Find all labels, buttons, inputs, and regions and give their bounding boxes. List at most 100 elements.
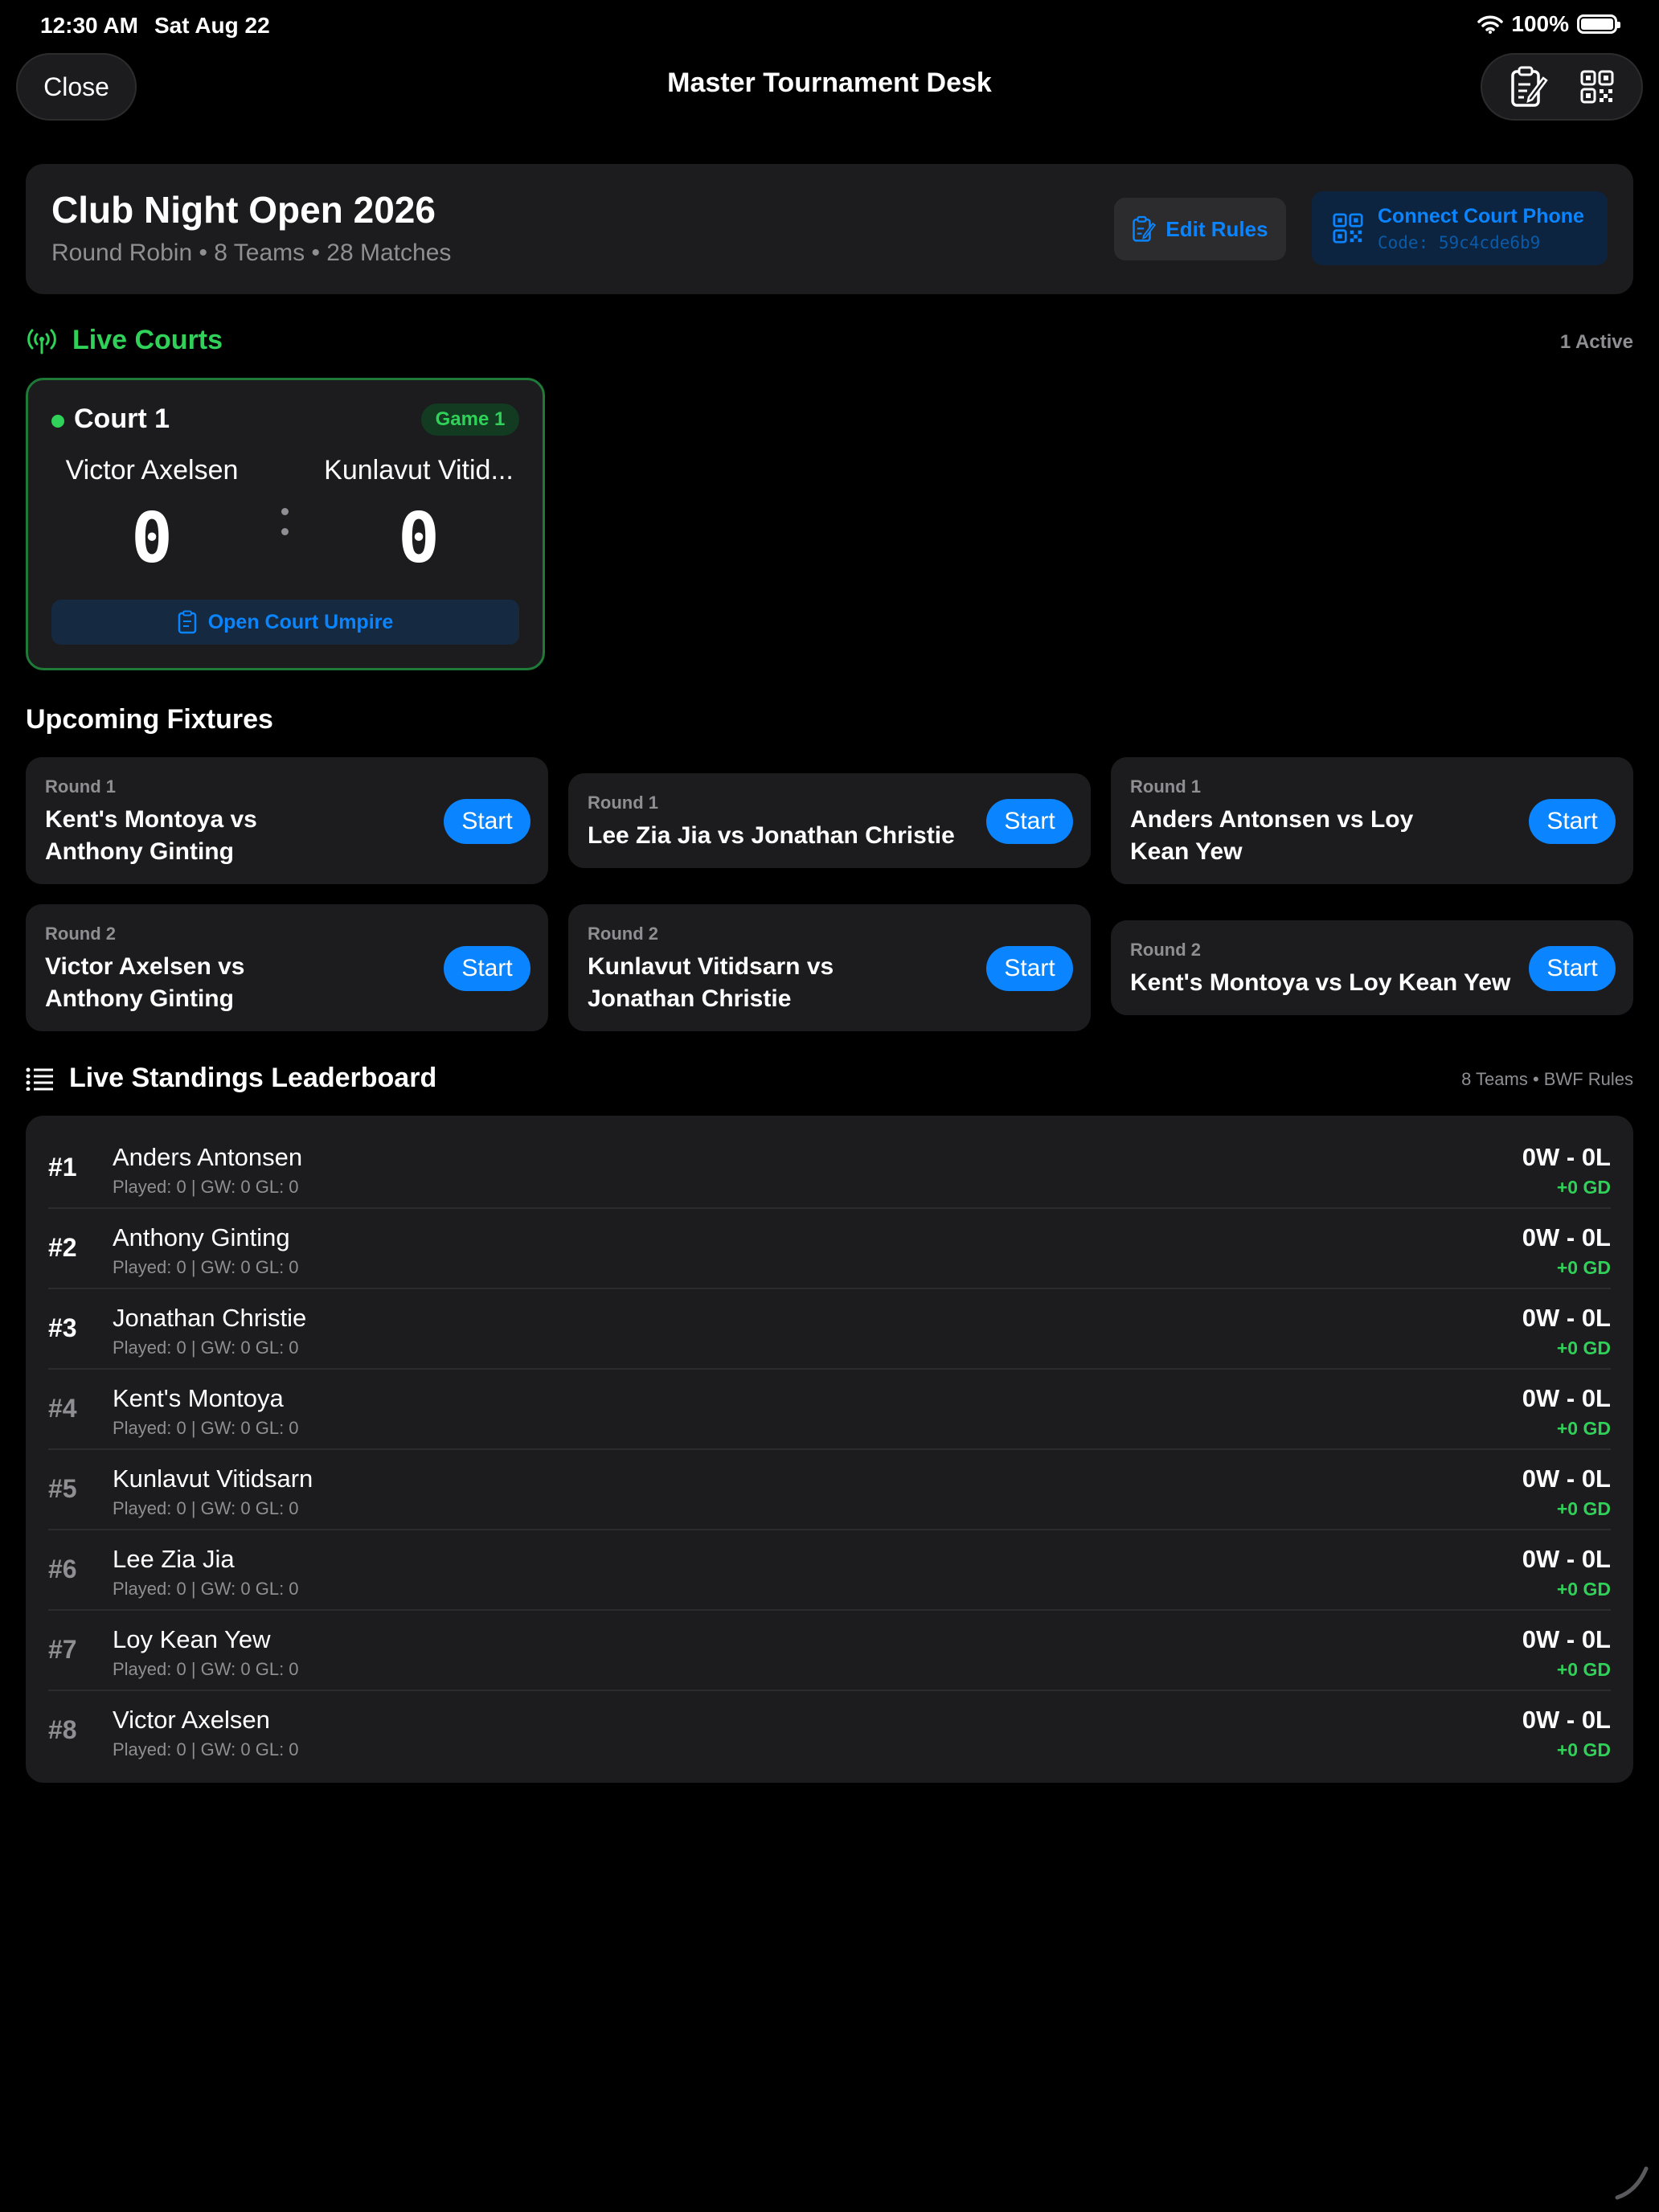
start-button[interactable]: Start xyxy=(986,799,1073,844)
court-name: Court 1 xyxy=(74,403,170,434)
fixture-card: Round 1 Kent's Montoya vs Anthony Gintin… xyxy=(26,757,548,884)
rank: #2 xyxy=(48,1233,77,1262)
team-record: 0W - 0L xyxy=(1522,1223,1611,1251)
leaderboard-row: #4 Kent's Montoya Played: 0 | GW: 0 GL: … xyxy=(48,1370,1611,1450)
rank: #8 xyxy=(48,1715,77,1744)
nav-actions-group xyxy=(1481,53,1643,121)
tournament-meta: Round Robin • 8 Teams • 28 Matches xyxy=(51,240,452,266)
fixture-match-line: Victor Axelsen vs xyxy=(45,953,245,980)
tournament-name: Club Night Open 2026 xyxy=(51,189,436,231)
fixture-round: Round 2 xyxy=(45,924,116,944)
rank: #3 xyxy=(48,1313,77,1342)
fixture-card: Round 2 Kunlavut Vitidsarn vs Jonathan C… xyxy=(568,904,1091,1031)
team-gd: +0 GD xyxy=(1556,1337,1611,1358)
battery-percent: 100% xyxy=(1511,11,1569,36)
open-court-umpire-label: Open Court Umpire xyxy=(207,610,394,633)
live-indicator-dot xyxy=(51,415,64,428)
status-time: 12:30 AM xyxy=(40,13,138,38)
fixture-match-line: Anders Antonsen vs Loy xyxy=(1130,806,1414,833)
team-record: 0W - 0L xyxy=(1522,1143,1611,1171)
connect-court-phone-button[interactable]: Connect Court Phone Code: 59c4cde6b9 xyxy=(1312,191,1608,265)
rank: #6 xyxy=(48,1555,77,1583)
fixture-match-line: Kent's Montoya vs xyxy=(45,806,257,833)
fixture-match-line: Jonathan Christie xyxy=(588,985,792,1012)
upcoming-fixtures-title: Upcoming Fixtures xyxy=(26,704,273,735)
qr-code-icon xyxy=(1580,70,1614,104)
rank: #1 xyxy=(48,1153,77,1182)
court-player-b: Kunlavut Vitid... xyxy=(324,455,514,485)
start-button[interactable]: Start xyxy=(444,946,530,991)
fixture-match: Kent's Montoya vs Loy Kean Yew xyxy=(1130,969,1511,996)
start-button[interactable]: Start xyxy=(444,799,530,844)
team-record: 0W - 0L xyxy=(1522,1706,1611,1734)
status-indicators: 100% xyxy=(1477,11,1620,37)
leaderboard-header: Live Standings Leaderboard xyxy=(26,1063,436,1094)
leaderboard-row: #5 Kunlavut Vitidsarn Played: 0 | GW: 0 … xyxy=(48,1450,1611,1530)
leaderboard-row: #8 Victor Axelsen Played: 0 | GW: 0 GL: … xyxy=(48,1691,1611,1772)
team-name: Anthony Ginting xyxy=(113,1223,290,1251)
fixture-card: Round 1 Anders Antonsen vs Loy Kean Yew … xyxy=(1111,757,1633,884)
team-stats: Played: 0 | GW: 0 GL: 0 xyxy=(113,1579,299,1599)
team-stats: Played: 0 | GW: 0 GL: 0 xyxy=(113,1337,299,1358)
leaderboard-row: #1 Anders Antonsen Played: 0 | GW: 0 GL:… xyxy=(48,1129,1611,1209)
fixture-match: Victor Axelsen vs Anthony Ginting xyxy=(45,951,244,1015)
game-badge: Game 1 xyxy=(421,403,519,436)
team-gd: +0 GD xyxy=(1556,1498,1611,1519)
team-record: 0W - 0L xyxy=(1522,1304,1611,1332)
connect-code: Code: 59c4cde6b9 xyxy=(1378,232,1541,252)
fixture-match-line: Anthony Ginting xyxy=(45,985,234,1012)
rank: #5 xyxy=(48,1474,77,1503)
fixture-match-line: Kunlavut Vitidsarn vs xyxy=(588,953,834,980)
battery-icon xyxy=(1577,14,1620,34)
team-record: 0W - 0L xyxy=(1522,1625,1611,1653)
edit-rules-button[interactable]: Edit Rules xyxy=(1114,198,1286,260)
fixture-round: Round 1 xyxy=(588,793,658,813)
team-name: Kunlavut Vitidsarn xyxy=(113,1464,313,1493)
edit-rules-icon xyxy=(1511,66,1548,107)
team-name: Anders Antonsen xyxy=(113,1143,303,1171)
start-button[interactable]: Start xyxy=(1529,799,1616,844)
team-stats: Played: 0 | GW: 0 GL: 0 xyxy=(113,1739,299,1759)
team-record: 0W - 0L xyxy=(1522,1384,1611,1412)
score-separator xyxy=(278,508,291,548)
team-gd: +0 GD xyxy=(1556,1739,1611,1760)
page-title: Master Tournament Desk xyxy=(667,68,992,98)
team-stats: Played: 0 | GW: 0 GL: 0 xyxy=(113,1498,299,1518)
fixture-round: Round 1 xyxy=(1130,776,1201,797)
fixture-card: Round 2 Kent's Montoya vs Loy Kean Yew S… xyxy=(1111,920,1633,1015)
rank: #7 xyxy=(48,1635,77,1664)
live-courts-title: Live Courts xyxy=(72,325,223,355)
team-stats: Played: 0 | GW: 0 GL: 0 xyxy=(113,1659,299,1679)
status-date: Sat Aug 22 xyxy=(154,13,270,38)
court-player-a: Victor Axelsen xyxy=(65,455,239,485)
list-icon xyxy=(26,1067,53,1091)
rank: #4 xyxy=(48,1394,77,1423)
team-stats: Played: 0 | GW: 0 GL: 0 xyxy=(113,1177,299,1197)
qr-nav-button[interactable] xyxy=(1580,70,1614,104)
team-stats: Played: 0 | GW: 0 GL: 0 xyxy=(113,1257,299,1277)
wifi-icon xyxy=(1477,15,1504,34)
team-stats: Played: 0 | GW: 0 GL: 0 xyxy=(113,1418,299,1438)
edit-rules-nav-button[interactable] xyxy=(1509,65,1548,109)
resize-handle-icon[interactable] xyxy=(1612,2162,1651,2201)
team-name: Jonathan Christie xyxy=(113,1304,307,1332)
team-record: 0W - 0L xyxy=(1522,1545,1611,1573)
team-name: Kent's Montoya xyxy=(113,1384,284,1412)
leaderboard-row: #6 Lee Zia Jia Played: 0 | GW: 0 GL: 0 0… xyxy=(48,1530,1611,1611)
qr-code-icon xyxy=(1333,213,1363,244)
fixture-card: Round 1 Lee Zia Jia vs Jonathan Christie… xyxy=(568,773,1091,868)
start-button[interactable]: Start xyxy=(1529,946,1616,991)
team-record: 0W - 0L xyxy=(1522,1464,1611,1493)
team-gd: +0 GD xyxy=(1556,1257,1611,1278)
team-gd: +0 GD xyxy=(1556,1659,1611,1680)
edit-rules-label: Edit Rules xyxy=(1165,216,1268,241)
fixture-round: Round 2 xyxy=(588,924,658,944)
start-button[interactable]: Start xyxy=(986,946,1073,991)
active-count: 1 Active xyxy=(1559,331,1633,353)
score-b: 0 xyxy=(398,498,440,579)
antenna-icon xyxy=(27,329,56,354)
clipboard-icon xyxy=(178,610,196,634)
edit-rules-icon xyxy=(1133,215,1157,242)
team-name: Loy Kean Yew xyxy=(113,1625,271,1653)
open-court-umpire-button[interactable]: Open Court Umpire xyxy=(51,600,519,645)
